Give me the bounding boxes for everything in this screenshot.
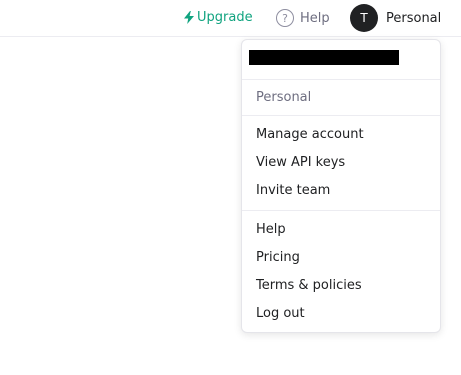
avatar: T: [350, 4, 378, 32]
upgrade-link[interactable]: Upgrade: [184, 10, 253, 25]
upgrade-label: Upgrade: [197, 10, 253, 25]
manage-account-item[interactable]: Manage account: [242, 120, 440, 148]
help-label: Help: [300, 10, 330, 26]
org-switcher[interactable]: Personal: [242, 80, 440, 116]
account-name: Personal: [386, 10, 442, 26]
redacted-user-email: [249, 50, 399, 65]
menu-user-header: [242, 40, 440, 80]
account-menu-button[interactable]: T Personal: [350, 4, 441, 32]
pricing-item[interactable]: Pricing: [242, 243, 440, 271]
help-icon: ?: [276, 9, 294, 27]
help-link[interactable]: ? Help: [276, 9, 330, 27]
log-out-item[interactable]: Log out: [242, 299, 440, 327]
account-dropdown-menu: Personal Manage account View API keys In…: [241, 39, 441, 333]
view-api-keys-item[interactable]: View API keys: [242, 148, 440, 176]
help-item[interactable]: Help: [242, 215, 440, 243]
support-section: Help Pricing Terms & policies Log out: [242, 211, 440, 333]
page: Upgrade ? Help T Personal Personal Manag…: [0, 0, 461, 375]
org-label: Personal: [256, 90, 312, 105]
account-section: Manage account View API keys Invite team: [242, 116, 440, 211]
terms-policies-item[interactable]: Terms & policies: [242, 271, 440, 299]
top-bar: Upgrade ? Help T Personal: [0, 0, 461, 37]
invite-team-item[interactable]: Invite team: [242, 176, 440, 204]
lightning-icon: [184, 11, 194, 24]
